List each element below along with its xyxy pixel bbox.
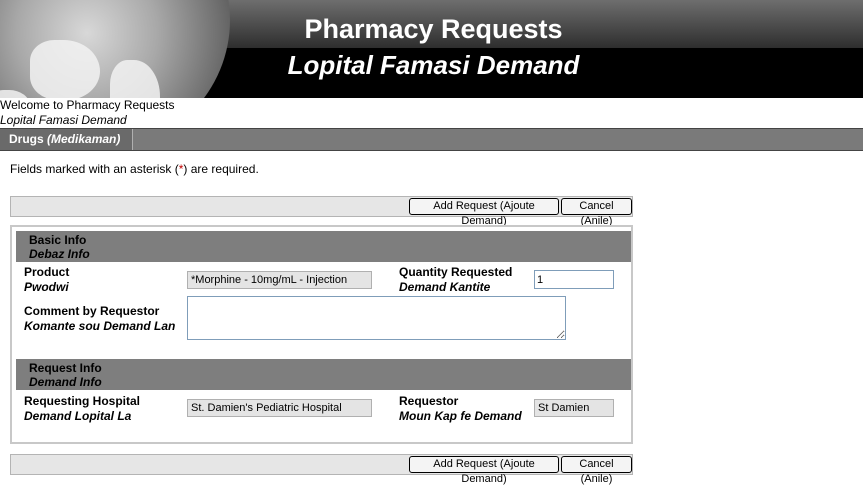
add-request-button-bottom[interactable]: Add Request (Ajoute Demand): [409, 456, 559, 485]
quantity-label-text: Quantity Requested: [399, 265, 513, 279]
tab-bar: Drugs (Medikaman): [0, 128, 863, 151]
product-label-text: Product: [24, 265, 70, 279]
section-header-basic-info: Basic Info Debaz Info: [16, 231, 631, 262]
section-header-request-info: Request Info Demand Info: [16, 359, 631, 390]
section-title: Request Info: [29, 361, 102, 375]
quantity-label-kreyol: Demand Kantite: [399, 280, 491, 294]
welcome-message: Welcome to Pharmacy Requests Lopital Fam…: [0, 98, 175, 128]
product-label: Product Pwodwi: [24, 265, 69, 295]
section-title-kreyol: Debaz Info: [29, 247, 90, 261]
section-title-kreyol: Demand Info: [29, 375, 102, 389]
quantity-input[interactable]: [534, 270, 614, 289]
cancel-button[interactable]: Cancel (Anile): [561, 198, 632, 227]
hospital-label-text: Requesting Hospital: [24, 394, 141, 408]
requestor-field: St Damien: [534, 399, 614, 417]
banner-title: Pharmacy Requests: [304, 14, 563, 44]
tab-drugs-label: Drugs: [9, 132, 44, 146]
banner-subtitle: Lopital Famasi Demand: [287, 50, 580, 80]
top-button-bar: Add Request (Ajoute Demand) Cancel (Anil…: [10, 196, 633, 227]
add-request-button[interactable]: Add Request (Ajoute Demand): [409, 198, 559, 227]
requestor-label-text: Requestor: [399, 394, 459, 408]
requestor-label: Requestor Moun Kap fe Demand: [399, 394, 522, 424]
hospital-field: St. Damien's Pediatric Hospital: [187, 399, 372, 417]
product-field: *Morphine - 10mg/mL - Injection: [187, 271, 372, 289]
required-note-text: Fields marked with an asterisk (: [10, 162, 179, 176]
required-note-text-end: ) are required.: [183, 162, 259, 176]
quantity-label: Quantity Requested Demand Kantite: [399, 265, 512, 295]
required-fields-note: Fields marked with an asterisk (*) are r…: [10, 162, 259, 176]
comment-label-kreyol: Komante sou Demand Lan: [24, 319, 176, 333]
section-title: Basic Info: [29, 233, 87, 247]
requestor-label-kreyol: Moun Kap fe Demand: [399, 409, 522, 423]
welcome-line-kreyol: Lopital Famasi Demand: [0, 113, 127, 127]
tab-drugs[interactable]: Drugs (Medikaman): [0, 129, 133, 150]
app-banner: Pharmacy Requests Lopital Famasi Demand: [0, 0, 863, 98]
comment-label-text: Comment by Requestor: [24, 304, 160, 318]
bottom-button-bar: Add Request (Ajoute Demand) Cancel (Anil…: [10, 454, 633, 485]
product-label-kreyol: Pwodwi: [24, 280, 69, 294]
request-form: Basic Info Debaz Info Product Pwodwi *Mo…: [10, 225, 633, 444]
hospital-label-kreyol: Demand Lopital La: [24, 409, 132, 423]
tab-drugs-label-kreyol: (Medikaman): [47, 132, 121, 146]
hospital-label: Requesting Hospital Demand Lopital La: [24, 394, 140, 424]
welcome-line: Welcome to Pharmacy Requests: [0, 98, 175, 112]
cancel-button-bottom[interactable]: Cancel (Anile): [561, 456, 632, 485]
comment-label: Comment by Requestor Komante sou Demand …: [24, 304, 175, 334]
comment-textarea[interactable]: [187, 296, 566, 340]
